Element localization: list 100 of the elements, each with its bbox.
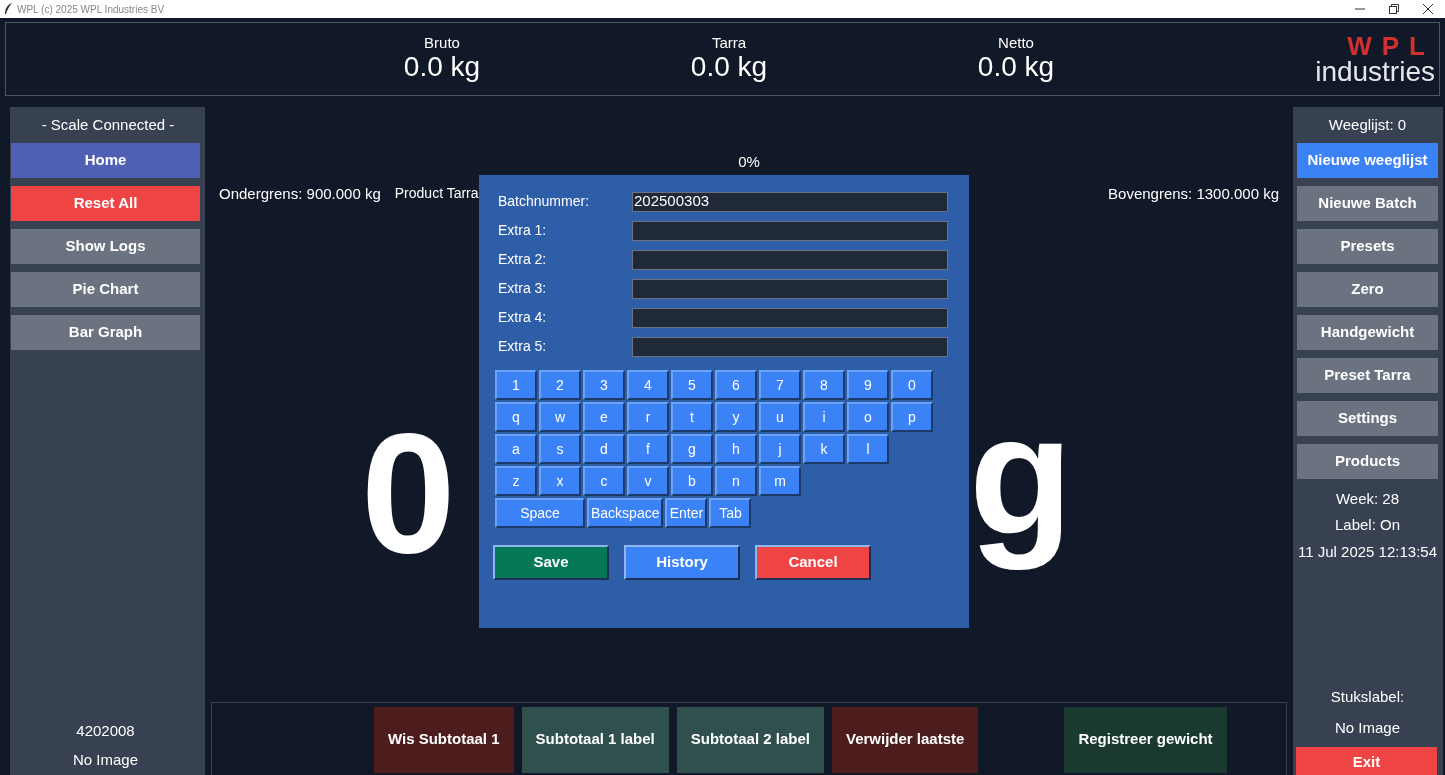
dialog-button[interactable]: Cancel [755, 545, 871, 580]
keyboard-key[interactable]: j [759, 434, 801, 464]
footer-text: 4202008 [75, 721, 136, 741]
keyboard-key[interactable]: 7 [759, 370, 801, 400]
sidebar-button[interactable]: Pie Chart [11, 271, 200, 307]
sidebar-button[interactable]: Products [1297, 443, 1438, 479]
limit-text: Ondergrens: 900.000 kg [219, 183, 381, 204]
sidebar-button[interactable]: Nieuwe weeglijst [1297, 142, 1438, 178]
image-status: No Image [1333, 717, 1401, 738]
field-label: Batchnummer: [498, 192, 591, 211]
input-field[interactable] [632, 336, 948, 357]
sidebar-button[interactable]: Home [11, 142, 200, 178]
keyboard-key[interactable]: Space [495, 498, 585, 528]
keyboard-key[interactable]: d [583, 434, 625, 464]
keyboard-key[interactable]: Backspace [587, 498, 664, 528]
action-button[interactable]: Subtotaal 2 label [676, 706, 824, 773]
dialog-button[interactable]: Save [493, 545, 609, 580]
close-icon[interactable] [1423, 4, 1433, 14]
weight-label: Bruto [424, 35, 460, 52]
keyboard-key[interactable]: f [627, 434, 669, 464]
input-field[interactable] [632, 220, 948, 241]
restore-icon[interactable] [1389, 4, 1399, 14]
keyboard-key[interactable]: m [759, 466, 801, 496]
keyboard-key[interactable]: b [671, 466, 713, 496]
logo-mark: WPL [1347, 33, 1435, 60]
keyboard-key[interactable]: 5 [671, 370, 713, 400]
status-text: - Scale Connected - [40, 115, 176, 135]
weight-label: Netto [998, 35, 1034, 52]
field-label: Extra 4: [498, 308, 548, 327]
feather-icon [4, 3, 13, 15]
weight-reading: g [969, 379, 1073, 572]
footer-text: No Image [71, 749, 139, 770]
limit-text: Bovengrens: 1300.000 kg [1108, 183, 1279, 204]
sidebar-button[interactable]: Settings [1297, 400, 1438, 436]
stukslabel-text: Stukslabel: [1329, 687, 1406, 707]
keyboard-key[interactable]: 4 [627, 370, 669, 400]
keyboard-key[interactable]: p [891, 402, 933, 432]
keyboard-key[interactable]: n [715, 466, 757, 496]
keyboard-key[interactable]: z [495, 466, 537, 496]
field-label: Extra 1: [498, 221, 548, 240]
keyboard-key[interactable]: l [847, 434, 889, 464]
info-text: Label: On [1333, 515, 1401, 535]
keyboard-key[interactable]: t [671, 402, 713, 432]
keyboard-key[interactable]: x [539, 466, 581, 496]
info-text: 11 Jul 2025 12:13:54 [1297, 541, 1438, 562]
sidebar-button[interactable]: Nieuwe Batch [1297, 185, 1438, 221]
keyboard-key[interactable]: 8 [803, 370, 845, 400]
sidebar-button[interactable]: Presets [1297, 228, 1438, 264]
input-field[interactable] [632, 307, 948, 328]
weight-label: Tarra [711, 35, 747, 52]
keyboard-key[interactable]: 6 [715, 370, 757, 400]
weight-value: 0.0 kg [690, 51, 768, 83]
progress-label: 0% [737, 154, 761, 171]
keyboard-key[interactable]: 0 [891, 370, 933, 400]
input-field[interactable]: 202500303 [632, 191, 948, 212]
sidebar-button[interactable]: Show Logs [11, 228, 200, 264]
sidebar-button[interactable]: Handgewicht [1297, 314, 1438, 350]
info-text: Week: 28 [1334, 488, 1401, 509]
keyboard-key[interactable]: k [803, 434, 845, 464]
keyboard-key[interactable]: 2 [539, 370, 581, 400]
list-count: Weeglijst: 0 [1327, 115, 1408, 135]
action-button[interactable]: Verwijder laatste [831, 706, 979, 773]
field-label: Extra 2: [498, 250, 548, 269]
keyboard-key[interactable]: e [583, 402, 625, 432]
weight-reading: 0 [361, 397, 456, 590]
keyboard-key[interactable]: h [715, 434, 757, 464]
keyboard-key[interactable]: s [539, 434, 581, 464]
keyboard-key[interactable]: w [539, 402, 581, 432]
logo-text: industries [1315, 59, 1435, 85]
keyboard-key[interactable]: r [627, 402, 669, 432]
field-label: Extra 3: [498, 279, 548, 298]
keyboard-key[interactable]: a [495, 434, 537, 464]
keyboard-key[interactable]: g [671, 434, 713, 464]
action-button[interactable]: Subtotaal 1 label [521, 706, 669, 773]
keyboard-key[interactable]: u [759, 402, 801, 432]
keyboard-key[interactable]: y [715, 402, 757, 432]
input-field[interactable] [632, 278, 948, 299]
keyboard-key[interactable]: 1 [495, 370, 537, 400]
sidebar-button[interactable]: Preset Tarra [1297, 357, 1438, 393]
sidebar-button[interactable]: Reset All [11, 185, 200, 221]
dialog-button[interactable]: History [624, 545, 740, 580]
keyboard-key[interactable]: c [583, 466, 625, 496]
weight-value: 0.0 kg [403, 51, 481, 83]
input-field[interactable] [632, 249, 948, 270]
action-button[interactable]: Wis Subtotaal 1 [374, 706, 514, 773]
keyboard-key[interactable]: 9 [847, 370, 889, 400]
action-button[interactable]: Registreer gewicht [1064, 706, 1227, 773]
weight-value: 0.0 kg [977, 51, 1055, 83]
keyboard-key[interactable]: o [847, 402, 889, 432]
keyboard-key[interactable]: 3 [583, 370, 625, 400]
keyboard-key[interactable]: Tab [709, 498, 752, 528]
sidebar-button[interactable]: Bar Graph [11, 314, 200, 350]
limit-text: Product Tarra [394, 183, 479, 203]
keyboard-key[interactable]: q [495, 402, 537, 432]
exit-button[interactable]: Exit [1296, 747, 1437, 775]
keyboard-key[interactable]: v [627, 466, 669, 496]
keyboard-key[interactable]: Enter [665, 498, 708, 528]
keyboard-key[interactable]: i [803, 402, 845, 432]
field-label: Extra 5: [498, 337, 548, 356]
sidebar-button[interactable]: Zero [1297, 271, 1438, 307]
